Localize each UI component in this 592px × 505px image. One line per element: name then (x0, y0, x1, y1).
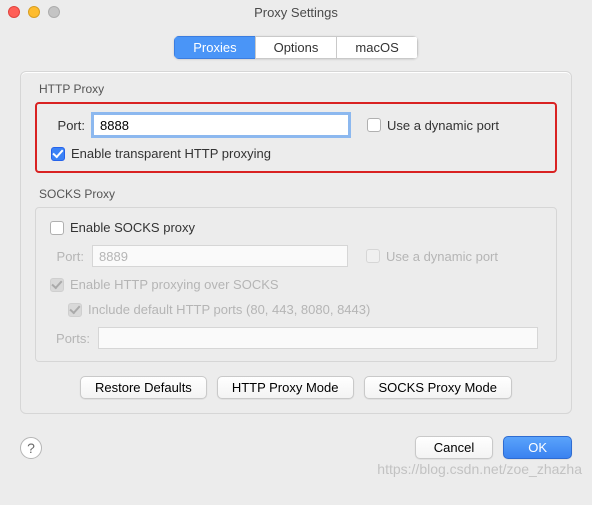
checkbox-icon (367, 118, 381, 132)
socks-port-input (92, 245, 348, 267)
http-port-input[interactable] (93, 114, 349, 136)
http-proxy-label: HTTP Proxy (39, 82, 557, 96)
enable-socks-checkbox[interactable]: Enable SOCKS proxy (50, 220, 195, 235)
socks-proxy-mode-button[interactable]: SOCKS Proxy Mode (364, 376, 513, 399)
tab-options[interactable]: Options (255, 36, 337, 59)
include-default-ports-checkbox: Include default HTTP ports (80, 443, 808… (68, 302, 370, 317)
socks-ports-label: Ports: (50, 331, 90, 346)
restore-defaults-button[interactable]: Restore Defaults (80, 376, 207, 399)
cancel-button[interactable]: Cancel (415, 436, 493, 459)
checkbox-icon (51, 147, 65, 161)
http-over-socks-label: Enable HTTP proxying over SOCKS (70, 277, 279, 292)
window-title: Proxy Settings (0, 5, 592, 20)
socks-dynamic-port-label: Use a dynamic port (386, 249, 498, 264)
mode-buttons: Restore Defaults HTTP Proxy Mode SOCKS P… (35, 376, 557, 399)
http-dynamic-port-checkbox[interactable]: Use a dynamic port (367, 118, 499, 133)
checkbox-icon (68, 303, 82, 317)
transparent-proxy-checkbox[interactable]: Enable transparent HTTP proxying (51, 146, 271, 161)
http-proxy-mode-button[interactable]: HTTP Proxy Mode (217, 376, 354, 399)
socks-port-label: Port: (50, 249, 84, 264)
http-dynamic-port-label: Use a dynamic port (387, 118, 499, 133)
socks-ports-input (98, 327, 538, 349)
titlebar: Proxy Settings (0, 0, 592, 24)
socks-proxy-label: SOCKS Proxy (39, 187, 557, 201)
help-button[interactable]: ? (20, 437, 42, 459)
socks-dynamic-port-checkbox: Use a dynamic port (366, 249, 498, 264)
http-proxy-group: Port: Use a dynamic port Enable transpar… (35, 102, 557, 173)
checkbox-icon (50, 278, 64, 292)
transparent-proxy-label: Enable transparent HTTP proxying (71, 146, 271, 161)
settings-panel: HTTP Proxy Port: Use a dynamic port Enab… (20, 71, 572, 414)
checkbox-icon (50, 221, 64, 235)
include-default-ports-label: Include default HTTP ports (80, 443, 808… (88, 302, 370, 317)
checkbox-icon (366, 249, 380, 263)
tab-bar: Proxies Options macOS (20, 36, 572, 59)
tab-macos[interactable]: macOS (336, 36, 417, 59)
tab-proxies[interactable]: Proxies (174, 36, 254, 59)
watermark: https://blog.csdn.net/zoe_zhazha (377, 461, 582, 477)
ok-button[interactable]: OK (503, 436, 572, 459)
http-over-socks-checkbox: Enable HTTP proxying over SOCKS (50, 277, 279, 292)
enable-socks-label: Enable SOCKS proxy (70, 220, 195, 235)
socks-proxy-group: Enable SOCKS proxy Port: Use a dynamic p… (35, 207, 557, 362)
http-port-label: Port: (51, 118, 85, 133)
